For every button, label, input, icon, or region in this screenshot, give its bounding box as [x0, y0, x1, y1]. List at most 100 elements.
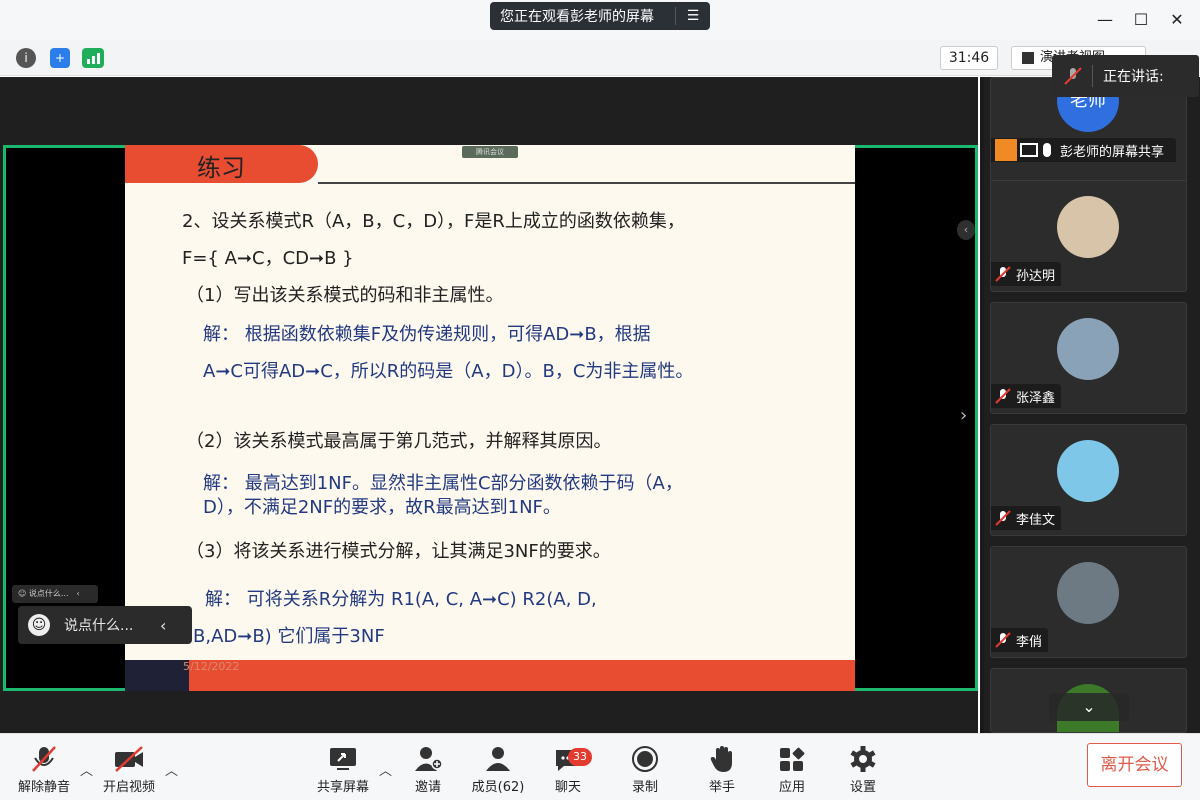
tencent-meeting-watermark: 腾讯会议 — [462, 146, 518, 158]
slide-date: 5/12/2022 — [183, 660, 240, 673]
participant-name: 李俏 — [1016, 634, 1043, 650]
chat-mini-input[interactable]: ☺ 说点什么... ‹ — [12, 585, 98, 603]
settings-label: 设置 — [849, 780, 876, 795]
participant-nametag: 李佳文 — [991, 506, 1062, 530]
collapse-chevron-icon[interactable]: ‹ — [160, 616, 166, 635]
scroll-down-chevron-icon[interactable]: ⌄ — [1049, 693, 1129, 721]
raise-hand-button[interactable]: 举手 — [692, 744, 752, 795]
raise-hand-icon — [706, 744, 738, 774]
participant-tile[interactable]: 李佳文 — [990, 424, 1187, 536]
members-label: 成员(62) — [471, 780, 525, 795]
slide-title: 练习 — [197, 154, 245, 182]
chevron-left-icon: ‹ — [76, 589, 80, 598]
chevron-right-icon[interactable]: › — [960, 405, 967, 426]
gear-icon — [847, 744, 879, 774]
answer-line: A➞C可得AD➞C，所以R的码是（A，D）。B，C为非主属性。 — [203, 361, 694, 382]
close-button[interactable]: ✕ — [1164, 8, 1190, 32]
chat-mini-text: 说点什么... — [28, 589, 69, 598]
leave-meeting-button[interactable]: 离开会议 — [1087, 743, 1182, 787]
avatar — [1057, 562, 1119, 624]
chat-placeholder: 说点什么... — [64, 618, 134, 634]
settings-button[interactable]: 设置 — [833, 744, 893, 795]
muted-microphone-icon — [1064, 67, 1082, 85]
avatar — [1057, 318, 1119, 380]
audio-options-caret-icon[interactable]: ︿ — [80, 760, 93, 779]
apps-grid-icon — [776, 744, 808, 774]
security-shield-icon[interactable]: + — [50, 48, 70, 68]
avatar — [1057, 196, 1119, 258]
participant-name: 孙达明 — [1016, 268, 1056, 284]
muted-microphone-icon — [995, 510, 1011, 526]
participant-tile[interactable]: 孙达明 — [990, 180, 1187, 292]
collapse-panel-icon[interactable]: ‹ — [957, 220, 975, 240]
video-off-icon — [113, 744, 145, 774]
share-banner-text: 您正在观看彭老师的屏幕 — [500, 9, 654, 25]
screen-share-icon — [1020, 143, 1038, 157]
share-options-caret-icon[interactable]: ︿ — [379, 760, 392, 779]
banner-menu-icon[interactable]: ☰ — [676, 8, 710, 24]
avatar — [1057, 440, 1119, 502]
raise-hand-label: 举手 — [708, 780, 735, 795]
participant-tile[interactable]: ⌄ — [990, 668, 1187, 733]
answer-line: D），不满足2NF的要求，故R最高达到1NF。 — [203, 497, 561, 518]
members-icon — [482, 744, 514, 774]
network-signal-icon[interactable] — [82, 48, 104, 68]
share-screen-button[interactable]: 共享屏幕 — [313, 744, 373, 795]
video-options-caret-icon[interactable]: ︿ — [165, 760, 178, 779]
slide-footer-accent — [125, 660, 189, 691]
maximize-button[interactable]: ☐ — [1128, 8, 1154, 32]
microphone-icon — [1043, 143, 1051, 157]
apps-label: 应用 — [778, 780, 805, 795]
share-screen-label: 共享屏幕 — [316, 780, 369, 795]
share-screen-icon — [327, 744, 359, 774]
participant-tile[interactable]: 张泽鑫 — [990, 302, 1187, 414]
meeting-toolbar — [0, 733, 1200, 800]
invite-label: 邀请 — [414, 780, 441, 795]
record-button[interactable]: 录制 — [615, 744, 675, 795]
start-video-button[interactable]: 开启视频 — [99, 744, 159, 795]
participant-nametag: 彭老师的屏幕共享 — [991, 138, 1176, 162]
slide-title-rule — [318, 182, 855, 184]
question-line: （3）将该关系进行模式分解，让其满足3NF的要求。 — [186, 541, 611, 562]
participant-nametag: 李俏 — [991, 628, 1049, 652]
answer-line: 解： 可将关系R分解为 R1(A, C, A➞C) R2(A, D, — [205, 589, 597, 610]
participant-nametag: 孙达明 — [991, 262, 1062, 286]
start-video-label: 开启视频 — [102, 780, 155, 795]
question-line: （2）该关系模式最高属于第几范式，并解释其原因。 — [186, 431, 612, 452]
meeting-timer: 31:46 — [940, 46, 998, 70]
question-line: 2、设关系模式R（A，B，C，D），F是R上成立的函数依赖集， — [182, 211, 685, 232]
muted-microphone-icon — [995, 266, 1011, 282]
chat-input-box[interactable]: ☺ 说点什么... ‹ — [18, 606, 192, 644]
info-icon[interactable]: i — [16, 48, 36, 68]
question-line: F={ A➞C，CD➞B } — [182, 248, 354, 269]
answer-line: B,AD➞B) 它们属于3NF — [193, 626, 385, 647]
unmute-button[interactable]: 解除静音 — [14, 744, 74, 795]
invite-user-icon — [412, 744, 444, 774]
invite-button[interactable]: 邀请 — [398, 744, 458, 795]
active-speaker-indicator: 正在讲话: — [1052, 55, 1199, 97]
unread-chat-badge: 33 — [568, 748, 592, 766]
muted-microphone-icon — [28, 744, 60, 774]
view-grid-icon — [1022, 51, 1034, 64]
screen-share-banner[interactable]: 您正在观看彭老师的屏幕 ☰ — [490, 2, 710, 30]
participant-nametag: 张泽鑫 — [991, 384, 1062, 408]
members-button[interactable]: 成员(62) — [468, 744, 528, 795]
participant-tile[interactable]: 李俏 — [990, 546, 1187, 658]
speaking-label: 正在讲话: — [1103, 69, 1164, 85]
emoji-icon: ☺ — [18, 589, 29, 598]
muted-microphone-icon — [995, 388, 1011, 404]
answer-line: 解： 根据函数依赖集F及伪传递规则，可得AD➞B，根据 — [203, 324, 651, 345]
chat-label: 聊天 — [554, 780, 581, 795]
answer-line: 解： 最高达到1NF。显然非主属性C部分函数依赖于码（A， — [203, 473, 683, 494]
host-icon — [995, 139, 1017, 161]
minimize-button[interactable]: — — [1092, 8, 1118, 32]
participant-name: 李佳文 — [1016, 512, 1056, 528]
record-icon — [629, 744, 661, 774]
speaker-divider — [1092, 65, 1093, 87]
apps-button[interactable]: 应用 — [762, 744, 822, 795]
participant-name: 张泽鑫 — [1016, 390, 1056, 406]
emoji-icon[interactable]: ☺ — [28, 614, 50, 636]
question-line: （1）写出该关系模式的码和非主属性。 — [186, 285, 504, 306]
muted-microphone-icon — [995, 632, 1011, 648]
record-label: 录制 — [631, 780, 658, 795]
